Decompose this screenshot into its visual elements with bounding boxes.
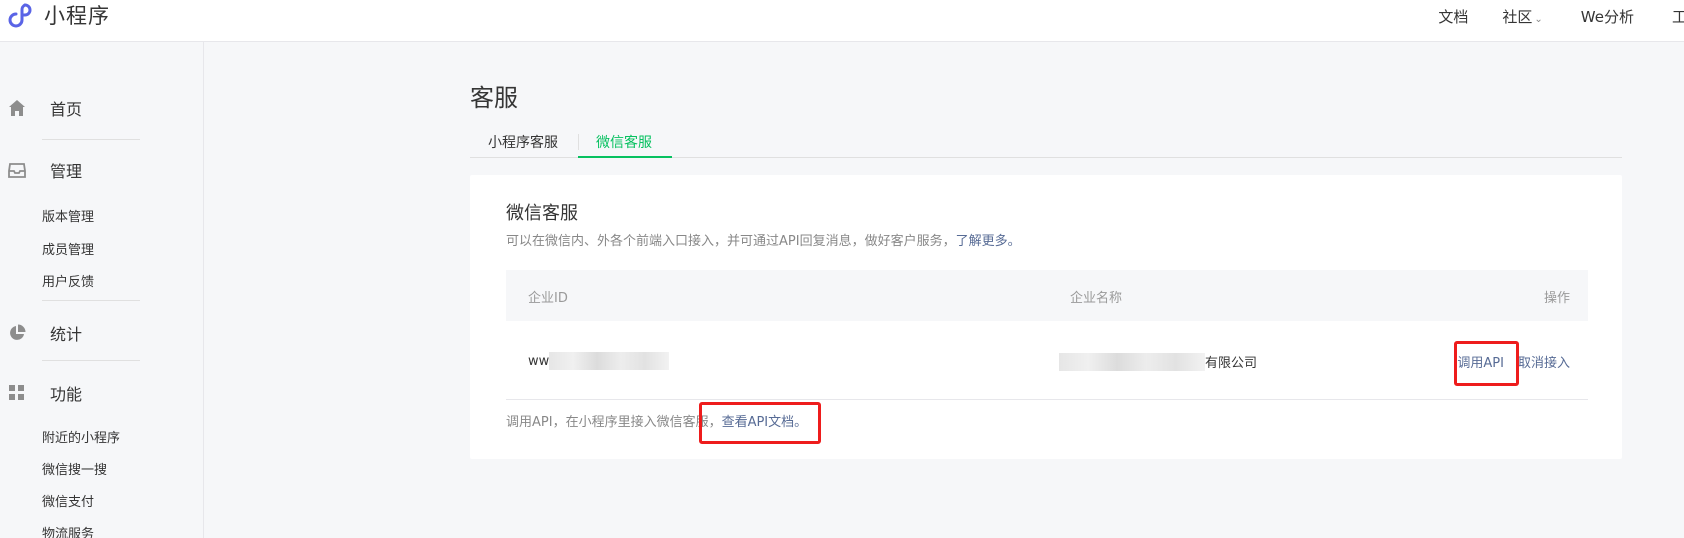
column-actions: 操作 <box>1543 291 1570 306</box>
app-title: 小程序 <box>44 4 110 28</box>
card-footer: 调用API，在小程序里接入微信客服，查看API文档。 <box>506 411 807 430</box>
table-row: ww 有限公司 调用API 取消接入 <box>506 321 1588 400</box>
nav-community-label: 社区 <box>1502 8 1533 26</box>
enterprise-name-cell: 有限公司 <box>1059 352 1257 371</box>
inbox-icon <box>8 163 26 178</box>
sidebar-item-stats[interactable]: 统计 <box>0 320 204 346</box>
redacted-enterprise-id <box>549 352 670 370</box>
nav-docs-link[interactable]: 文档 <box>1438 6 1468 27</box>
card-title: 微信客服 <box>506 203 578 224</box>
tab-separator <box>578 134 579 150</box>
nav-tools-link[interactable]: 工具 <box>1672 6 1684 27</box>
column-enterprise-name: 企业名称 <box>1070 291 1123 306</box>
redacted-enterprise-name <box>1059 352 1205 371</box>
sidebar-item-pay[interactable]: 微信支付 <box>42 491 94 510</box>
card-description-text: 可以在微信内、外各个前端入口接入，并可通过API回复消息，做好客户服务， <box>506 234 956 249</box>
sidebar-item-features-label: 功能 <box>50 385 83 404</box>
card-description: 可以在微信内、外各个前端入口接入，并可通过API回复消息，做好客户服务，了解更多… <box>506 230 1021 249</box>
actions-cell: 调用API 取消接入 <box>1457 352 1570 371</box>
wechat-service-card: 微信客服 可以在微信内、外各个前端入口接入，并可通过API回复消息，做好客户服务… <box>470 175 1622 459</box>
tab-wechat-service[interactable]: 微信客服 <box>596 132 652 152</box>
sidebar-item-stats-label: 统计 <box>50 325 83 344</box>
column-enterprise-id: 企业ID <box>528 291 568 306</box>
tab-miniprogram-service[interactable]: 小程序客服 <box>488 132 558 152</box>
page-title: 客服 <box>470 84 518 112</box>
sidebar-divider <box>42 300 140 301</box>
sidebar-item-version[interactable]: 版本管理 <box>42 206 94 225</box>
sidebar-item-nearby[interactable]: 附近的小程序 <box>42 427 120 446</box>
pie-chart-icon <box>10 324 26 340</box>
top-bar: 小程序 文档 社区⌄ We分析 工具 <box>0 0 1684 42</box>
enterprise-id-cell: ww <box>528 352 670 370</box>
sidebar-item-home-label: 首页 <box>50 100 83 119</box>
chevron-down-icon: ⌄ <box>1534 14 1543 25</box>
table-header: 企业ID 企业名称 操作 <box>506 270 1588 321</box>
nav-community-menu[interactable]: 社区 ⌄ <box>1502 6 1542 27</box>
app-logo[interactable]: 小程序 <box>8 2 110 28</box>
sidebar-item-search[interactable]: 微信搜一搜 <box>42 459 107 478</box>
miniprogram-logo-icon <box>8 3 32 28</box>
call-api-link[interactable]: 调用API <box>1457 352 1504 371</box>
sidebar-divider <box>42 139 140 140</box>
top-nav: 文档 社区⌄ We分析 工具 <box>1438 6 1684 27</box>
nav-analysis-link[interactable]: We分析 <box>1581 6 1634 27</box>
sidebar-item-features[interactable]: 功能 <box>0 380 204 406</box>
enterprise-name-suffix: 有限公司 <box>1205 356 1258 371</box>
view-api-docs-link[interactable]: 查看API文档。 <box>722 415 808 430</box>
sidebar-divider <box>42 360 140 361</box>
cancel-access-link[interactable]: 取消接入 <box>1518 352 1570 371</box>
sidebar-item-logistics[interactable]: 物流服务 <box>42 523 94 538</box>
home-icon <box>9 100 25 116</box>
grid-icon <box>9 385 24 400</box>
sidebar-item-feedback[interactable]: 用户反馈 <box>42 271 94 290</box>
enterprise-id-prefix: ww <box>528 353 550 369</box>
sidebar: 首页 管理 版本管理 成员管理 用户反馈 统计 功能 附近的小程序 微信搜一搜 … <box>0 42 204 538</box>
sidebar-item-manage-label: 管理 <box>50 162 83 181</box>
sidebar-item-manage[interactable]: 管理 <box>0 157 204 183</box>
active-tab-indicator <box>578 156 672 158</box>
learn-more-link[interactable]: 了解更多。 <box>956 234 1021 249</box>
tab-bar: 小程序客服 微信客服 <box>470 122 1622 158</box>
card-footer-text: 调用API，在小程序里接入微信客服， <box>506 415 722 430</box>
sidebar-item-members[interactable]: 成员管理 <box>42 239 94 258</box>
sidebar-item-home[interactable]: 首页 <box>0 95 204 121</box>
